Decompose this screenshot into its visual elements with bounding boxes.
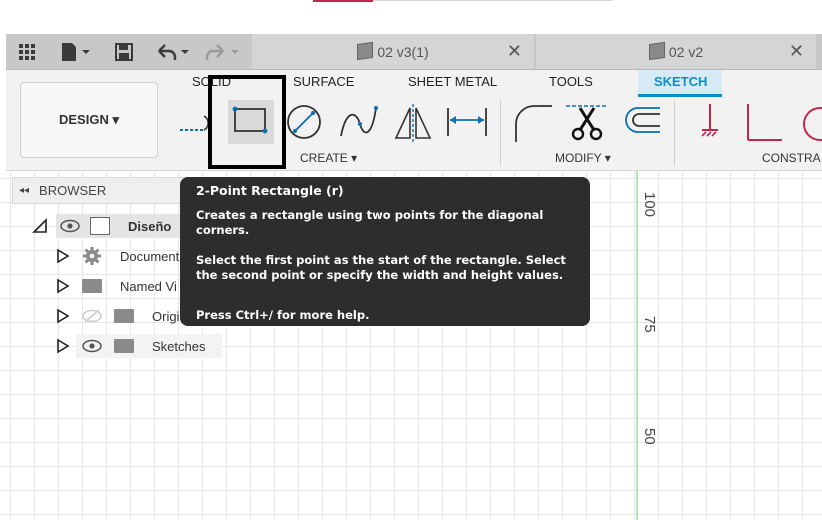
- mirror-tool[interactable]: [390, 100, 436, 144]
- tab-document-1[interactable]: 02 v3(1) ✕: [252, 34, 534, 69]
- axis-label: 75: [641, 316, 658, 333]
- close-icon[interactable]: ✕: [789, 41, 804, 62]
- hidden-eye-icon[interactable]: [82, 309, 102, 323]
- document-settings-label: Document: [120, 248, 180, 264]
- tool-tooltip: 2-Point Rectangle (r) Creates a rectangl…: [180, 177, 590, 326]
- tab-document-1-label: 02 v3(1): [377, 44, 429, 60]
- expand-triangle-icon[interactable]: [56, 278, 70, 294]
- tab-document-2-label: 02 v2: [668, 44, 704, 60]
- fillet-tool[interactable]: [508, 100, 554, 144]
- constrain-group-label[interactable]: CONSTRA: [762, 151, 821, 165]
- named-views-label: Named Vi: [120, 278, 177, 294]
- tab-bar: 02 v3(1) ✕ 02 v2 ✕: [6, 34, 822, 70]
- tooltip-title: 2-Point Rectangle (r): [196, 183, 344, 198]
- component-icon: [357, 41, 374, 61]
- perpendicular-constraint-tool[interactable]: [740, 100, 786, 144]
- create-group-label[interactable]: CREATE ▾: [300, 151, 357, 165]
- tooltip-description: Creates a rectangle using two points for…: [196, 208, 544, 237]
- tooltip-instructions: Select the first point as the start of t…: [196, 253, 566, 282]
- trim-tool[interactable]: [564, 100, 610, 144]
- sketches-label: Sketches: [152, 338, 206, 354]
- browser-item-origin[interactable]: Origi: [54, 302, 184, 330]
- top-divider-line: [373, 0, 613, 1]
- group-separator: [674, 100, 675, 166]
- fillet-icon: [515, 105, 552, 142]
- folder-icon: [114, 339, 134, 353]
- y-axis-line: [636, 170, 638, 520]
- expand-triangle-icon[interactable]: [56, 338, 70, 354]
- component-icon: [90, 217, 110, 235]
- rectangle-tool-highlight-frame: [208, 75, 286, 169]
- axis-label: 100: [641, 192, 658, 218]
- tooltip-help: Press Ctrl+/ for more help.: [196, 308, 370, 322]
- component-icon: [648, 41, 665, 61]
- expand-triangle-icon[interactable]: [56, 308, 70, 324]
- tab-document-2[interactable]: 02 v2 ✕: [536, 34, 816, 69]
- circle-tool[interactable]: [282, 100, 328, 144]
- mirror-icon: [394, 104, 432, 142]
- offset-tool[interactable]: [618, 100, 664, 144]
- browser-title: BROWSER: [39, 183, 107, 198]
- root-component-label: Diseño: [128, 218, 172, 234]
- tab-surface[interactable]: SURFACE: [293, 74, 354, 89]
- offset-icon: [625, 107, 660, 133]
- modify-group-label[interactable]: MODIFY ▾: [555, 151, 611, 165]
- dimension-tool[interactable]: [444, 100, 490, 144]
- scissors-icon: [566, 105, 608, 141]
- file-menu-icon[interactable]: [56, 34, 96, 69]
- top-strip: [0, 0, 822, 34]
- folder-icon: [114, 309, 134, 323]
- browser-item-named-views[interactable]: Named Vi: [54, 272, 184, 300]
- folder-icon: [82, 279, 102, 293]
- browser-item-sketches[interactable]: Sketches: [54, 332, 224, 360]
- tangent-icon: [803, 107, 822, 141]
- collapse-icon[interactable]: ◂◂: [19, 185, 29, 196]
- origin-label: Origi: [152, 308, 180, 324]
- visibility-eye-icon[interactable]: [60, 219, 80, 233]
- browser-item-document-settings[interactable]: Document: [54, 242, 184, 270]
- toolbar: DESIGN ▾ SOLID SURFACE SHEET METAL TOOLS…: [6, 70, 822, 171]
- tangent-constraint-tool[interactable]: [790, 100, 822, 144]
- save-icon[interactable]: [112, 34, 136, 69]
- perpendicular-icon: [747, 104, 782, 141]
- tab-sheet-metal[interactable]: SHEET METAL: [408, 74, 497, 89]
- fix-constraint-tool[interactable]: [688, 100, 734, 144]
- circle-icon: [287, 105, 321, 139]
- tab-tools[interactable]: TOOLS: [549, 74, 593, 89]
- top-accent-line: [313, 0, 373, 2]
- expand-triangle-icon[interactable]: [56, 248, 70, 264]
- dimension-icon: [447, 108, 487, 136]
- sketch-tab-underline: [638, 94, 722, 97]
- axis-label: 50: [641, 428, 658, 445]
- gear-icon: [83, 247, 101, 265]
- expand-triangle-icon[interactable]: [32, 218, 48, 234]
- redo-icon[interactable]: [202, 34, 244, 69]
- undo-icon[interactable]: [152, 34, 194, 69]
- close-icon[interactable]: ✕: [507, 41, 522, 62]
- group-separator: [500, 100, 501, 166]
- tab-sketch[interactable]: SKETCH: [654, 74, 707, 89]
- visibility-eye-icon[interactable]: [82, 339, 102, 353]
- spline-tool[interactable]: [336, 100, 382, 144]
- browser-item-root[interactable]: Diseño: [30, 212, 190, 240]
- app-grid-icon[interactable]: [14, 34, 40, 69]
- spline-icon: [340, 106, 378, 137]
- workspace-design-button[interactable]: DESIGN ▾: [20, 82, 158, 158]
- fix-icon: [701, 104, 718, 137]
